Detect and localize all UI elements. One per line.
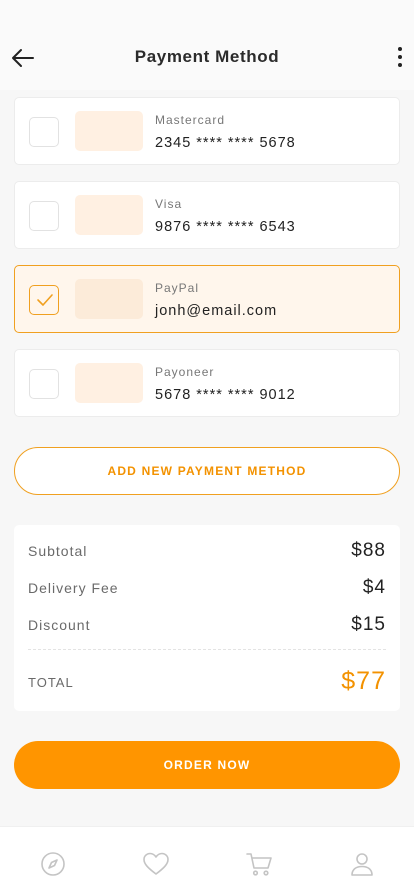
payment-method-number: 5678 **** **** 9012 <box>155 387 296 403</box>
payment-method-name: PayPal <box>155 281 200 295</box>
discount-value: $15 <box>351 614 386 635</box>
paypal-logo-placeholder <box>75 279 143 319</box>
summary-divider <box>28 649 386 650</box>
discount-label: Discount <box>28 617 91 633</box>
nav-favorites[interactable] <box>141 849 171 879</box>
bottom-navigation <box>0 826 414 896</box>
more-options-button[interactable] <box>392 44 408 70</box>
subtotal-value: $88 <box>351 540 386 561</box>
payment-method-name: Payoneer <box>155 365 215 379</box>
payment-method-email: jonh@email.com <box>155 303 278 319</box>
user-icon <box>351 853 373 876</box>
payment-card-payoneer[interactable]: Payoneer 5678 **** **** 9012 <box>14 349 400 417</box>
nav-explore[interactable] <box>38 849 68 879</box>
payoneer-logo-placeholder <box>75 363 143 403</box>
nav-cart[interactable] <box>244 849 274 879</box>
delivery-fee-value: $4 <box>362 577 386 598</box>
order-summary: Subtotal $88 Delivery Fee $4 Discount $1… <box>14 525 400 711</box>
payment-checkbox[interactable] <box>29 201 59 231</box>
compass-icon <box>41 852 65 876</box>
payment-card-visa[interactable]: Visa 9876 **** **** 6543 <box>14 181 400 249</box>
payment-method-number: 9876 **** **** 6543 <box>155 219 296 235</box>
nav-profile[interactable] <box>347 849 377 879</box>
delivery-fee-label: Delivery Fee <box>28 580 119 596</box>
payment-method-number: 2345 **** **** 5678 <box>155 135 296 151</box>
payment-checkbox[interactable] <box>29 117 59 147</box>
payment-method-name: Mastercard <box>155 113 226 127</box>
total-label: TOTAL <box>28 675 74 690</box>
visa-logo-placeholder <box>75 195 143 235</box>
order-now-button[interactable]: ORDER NOW <box>14 741 400 789</box>
payment-card-mastercard[interactable]: Mastercard 2345 **** **** 5678 <box>14 97 400 165</box>
mastercard-logo-placeholder <box>75 111 143 151</box>
total-value: $77 <box>341 667 386 695</box>
payment-card-paypal[interactable]: PayPal jonh@email.com <box>14 265 400 333</box>
add-payment-method-button[interactable]: ADD NEW PAYMENT METHOD <box>14 447 400 495</box>
checkmark-icon <box>37 294 53 306</box>
payment-method-name: Visa <box>155 197 183 211</box>
page-title: Payment Method <box>134 47 280 66</box>
subtotal-label: Subtotal <box>28 543 88 559</box>
more-vertical-icon <box>398 47 402 51</box>
header-bar: Payment Method <box>0 0 414 90</box>
heart-icon <box>143 852 169 875</box>
payment-checkbox-checked[interactable] <box>29 285 59 315</box>
cart-icon <box>246 853 272 876</box>
payment-checkbox[interactable] <box>29 369 59 399</box>
